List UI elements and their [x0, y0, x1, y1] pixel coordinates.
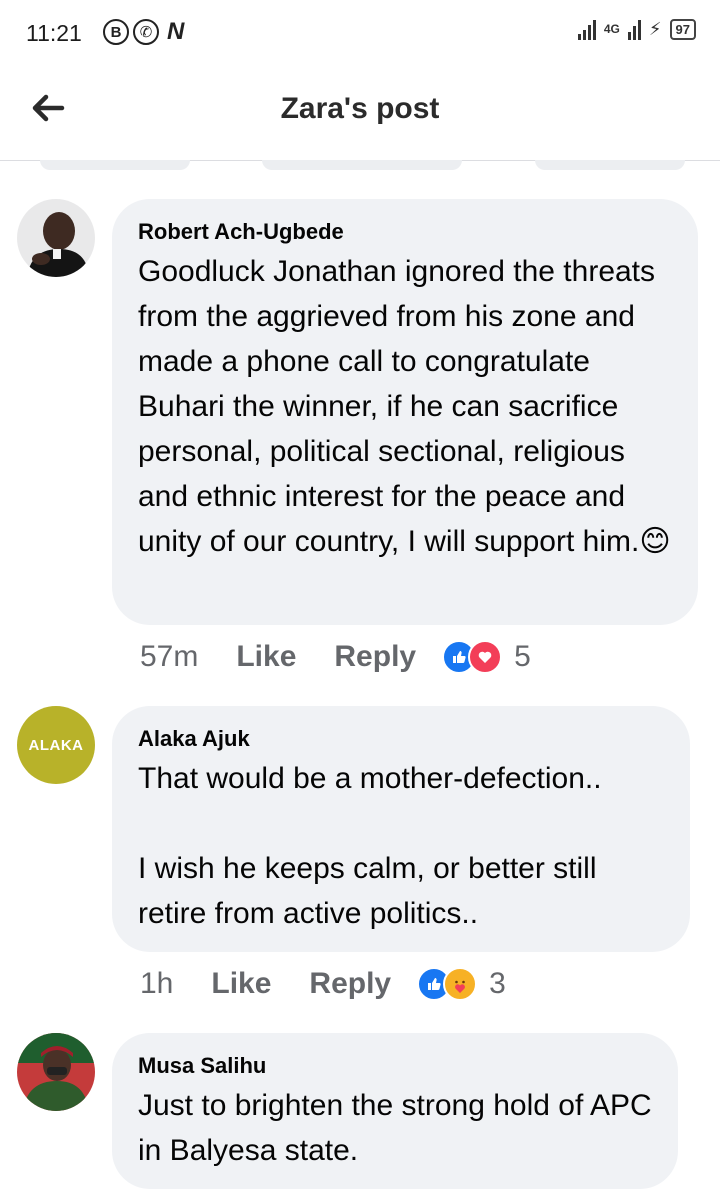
previous-item-edge	[535, 160, 685, 170]
n-icon: N	[167, 18, 185, 45]
status-right: 4G ⚡ 97	[577, 18, 696, 40]
comment-actions: 1h Like Reply 3	[140, 967, 506, 1001]
smile-emoji: 😊	[639, 525, 671, 558]
previous-item-edge	[262, 160, 462, 170]
charging-icon: ⚡	[648, 18, 662, 39]
network-type: 4G	[603, 21, 620, 36]
comment-time[interactable]: 1h	[140, 967, 173, 1001]
comment-actions: 57m Like Reply 5	[140, 640, 531, 674]
like-button[interactable]: Like	[236, 640, 296, 674]
status-bar: 11:21 B ✆ N 4G ⚡ 97	[0, 0, 720, 66]
comment-bubble[interactable]: Robert Ach-Ugbede Goodluck Jonathan igno…	[112, 199, 698, 625]
avatar[interactable]	[17, 199, 95, 277]
b-icon: B	[103, 19, 129, 45]
comment-bubble[interactable]: Alaka Ajuk That would be a mother-defect…	[112, 706, 690, 952]
comment-text: That would be a mother-defection.. I wis…	[138, 762, 602, 930]
status-time: 11:21	[26, 20, 82, 46]
avatar-text: ALAKA	[28, 736, 84, 754]
reactions-summary[interactable]: 5	[442, 640, 531, 674]
page-title: Zara's post	[280, 92, 440, 125]
reply-button[interactable]: Reply	[334, 640, 416, 674]
comment-author[interactable]: Musa Salihu	[138, 1053, 652, 1079]
reply-button[interactable]: Reply	[309, 967, 391, 1001]
avatar-photo	[17, 1033, 95, 1111]
notification-icons: B ✆ N	[103, 18, 184, 46]
comment-bubble[interactable]: Musa Salihu Just to brighten the strong …	[112, 1033, 678, 1189]
comment-author[interactable]: Robert Ach-Ugbede	[138, 219, 672, 245]
whatsapp-icon: ✆	[133, 19, 159, 45]
like-button[interactable]: Like	[211, 967, 271, 1001]
avatar[interactable]	[17, 1033, 95, 1111]
reactions-summary[interactable]: 3	[417, 967, 506, 1001]
reaction-count: 5	[514, 640, 531, 673]
signal-icon-2	[627, 18, 641, 40]
avatar[interactable]: ALAKA	[17, 706, 95, 784]
comment-text: Goodluck Jonathan ignored the threats fr…	[138, 249, 672, 564]
avatar-photo	[17, 199, 95, 277]
comment-text-body: Goodluck Jonathan ignored the threats fr…	[138, 255, 664, 558]
comment-time[interactable]: 57m	[140, 640, 198, 674]
battery-level: 97	[669, 18, 696, 40]
previous-item-edge	[40, 160, 190, 170]
care-icon	[443, 967, 478, 1001]
love-icon	[468, 640, 503, 674]
comment-author[interactable]: Alaka Ajuk	[138, 726, 664, 752]
signal-icon	[577, 18, 596, 40]
page-header: Zara's post	[0, 66, 720, 161]
reaction-count: 3	[489, 967, 506, 1000]
comment-text: Just to brighten the strong hold of APC …	[138, 1089, 660, 1167]
